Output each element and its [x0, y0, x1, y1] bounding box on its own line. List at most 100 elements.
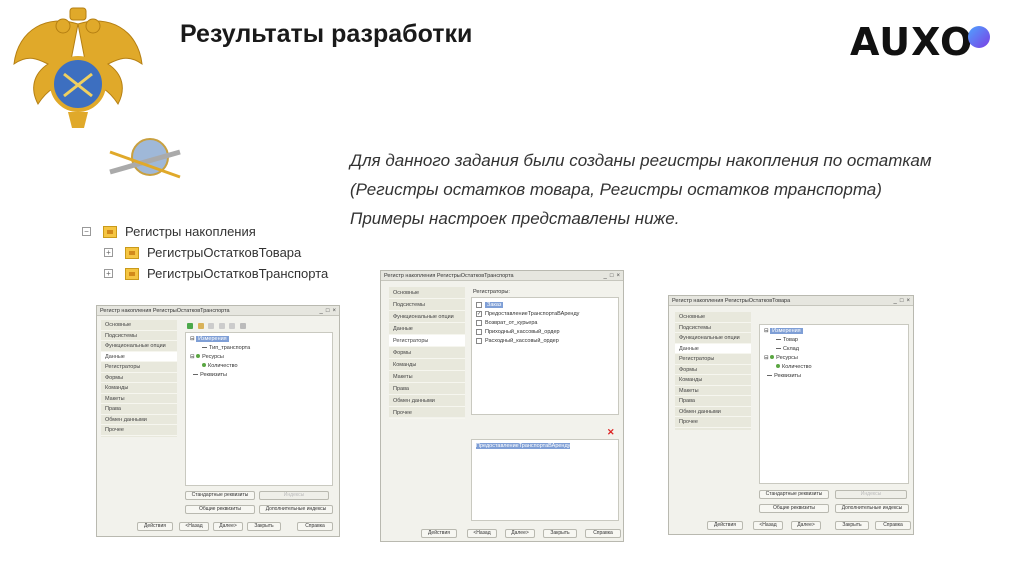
common-attributes-button[interactable]: Общие реквизиты	[759, 504, 829, 513]
nav-item[interactable]: Формы	[101, 373, 177, 383]
tree-node-resources[interactable]: ⊟ Ресурсы	[190, 353, 328, 362]
nav-item[interactable]: Данные	[389, 323, 465, 335]
standard-attributes-button[interactable]: Стандартные реквизиты	[759, 490, 829, 499]
actions-button[interactable]: Действия	[421, 529, 457, 538]
back-button[interactable]: <Назад	[179, 522, 209, 531]
nav-item[interactable]: Обмен данными	[101, 415, 177, 425]
nav-item[interactable]: Регистраторы	[675, 354, 751, 365]
clear-icon[interactable]: ✕	[607, 427, 615, 438]
nav-item-active[interactable]: Данные	[675, 343, 751, 354]
indexes-button[interactable]: Индексы	[259, 491, 329, 500]
close-icon[interactable]: ×	[332, 308, 336, 314]
tree-node[interactable]: Тип_транспорта	[190, 344, 328, 353]
close-button[interactable]: Закрыть	[543, 529, 577, 538]
checkbox[interactable]	[476, 337, 482, 344]
help-button[interactable]: Справка	[875, 521, 911, 530]
checkbox[interactable]	[476, 301, 482, 308]
expand-icon[interactable]: +	[104, 248, 113, 257]
tree-node-attributes[interactable]: Реквизиты	[190, 371, 328, 380]
tree-node[interactable]: Количество	[190, 362, 328, 371]
back-button[interactable]: <Назад	[467, 529, 497, 538]
nav-item[interactable]: Обмен данными	[675, 407, 751, 417]
tree-root[interactable]: − Регистры накопления	[82, 221, 328, 242]
nav-item[interactable]: Права	[101, 404, 177, 415]
minimize-icon[interactable]: _	[604, 273, 607, 279]
maximize-icon[interactable]: □	[900, 298, 904, 304]
nav-item[interactable]: Основные	[389, 287, 465, 299]
collapse-icon[interactable]: −	[82, 227, 91, 236]
standard-attributes-button[interactable]: Стандартные реквизиты	[185, 491, 255, 500]
tree-node[interactable]: Склад	[764, 345, 904, 354]
next-button[interactable]: Далее>	[791, 521, 821, 530]
nav-item[interactable]: Права	[675, 396, 751, 407]
nav-item[interactable]: Функциональные опции	[101, 341, 177, 352]
close-icon[interactable]: ×	[906, 298, 910, 304]
common-attributes-button[interactable]: Общие реквизиты	[185, 505, 255, 514]
maximize-icon[interactable]: □	[610, 273, 614, 279]
tree-node-dimensions[interactable]: ⊟ Измерения	[190, 335, 328, 344]
help-button[interactable]: Справка	[297, 522, 333, 531]
next-button[interactable]: Далее>	[213, 522, 243, 531]
nav-item[interactable]: Обмен данными	[389, 395, 465, 407]
maximize-icon[interactable]: □	[326, 308, 330, 314]
nav-item[interactable]: Команды	[675, 375, 751, 386]
indexes-button[interactable]: Индексы	[835, 490, 907, 499]
checkbox-checked[interactable]: ✓	[476, 310, 482, 317]
nav-item[interactable]: Прочее	[675, 417, 751, 428]
extra-indexes-button[interactable]: Дополнительные индексы	[835, 504, 909, 513]
registrar-item[interactable]: Расходный_кассовый_ордер	[476, 337, 614, 346]
nav-item[interactable]: Функциональные опции	[389, 311, 465, 323]
actions-button[interactable]: Действия	[137, 522, 173, 531]
tree-node[interactable]: Товар	[764, 336, 904, 345]
nav-item[interactable]: Макеты	[389, 371, 465, 383]
move-down-icon[interactable]	[229, 323, 236, 329]
tree-node-resources[interactable]: ⊟ Ресурсы	[764, 354, 904, 363]
registrar-item[interactable]: Заказ	[476, 301, 614, 310]
checkbox[interactable]	[476, 328, 482, 335]
add-icon[interactable]	[187, 323, 193, 329]
tree-item-goods[interactable]: + РегистрыОстатковТовара	[104, 242, 328, 263]
tree-item-transport[interactable]: + РегистрыОстатковТранспорта	[104, 263, 328, 284]
close-button[interactable]: Закрыть	[247, 522, 281, 531]
nav-item[interactable]: Команды	[101, 383, 177, 394]
registrar-item[interactable]: Приходный_кассовый_ордер	[476, 328, 614, 337]
minimize-icon[interactable]: _	[320, 308, 323, 314]
delete-icon[interactable]	[208, 323, 215, 329]
registrar-item[interactable]: Возврат_от_курьера	[476, 319, 614, 328]
nav-item[interactable]: Основные	[675, 312, 751, 323]
tree-node-dimensions[interactable]: ⊟ Измерения	[764, 327, 904, 336]
registrar-item[interactable]: ✓ ПредоставлениеТранспортаВАренду	[476, 310, 614, 319]
nav-item[interactable]: Права	[389, 383, 465, 395]
next-button[interactable]: Далее>	[505, 529, 535, 538]
tree-node[interactable]: Количество	[764, 363, 904, 372]
close-icon[interactable]: ×	[616, 273, 620, 279]
nav-item[interactable]: Макеты	[101, 394, 177, 404]
nav-item[interactable]: Формы	[675, 365, 751, 375]
nav-item-active[interactable]: Данные	[101, 351, 177, 362]
nav-item[interactable]: Команды	[389, 359, 465, 371]
expand-icon[interactable]: +	[104, 269, 113, 278]
selected-registrars-field[interactable]: ПредоставлениеТранспортаВАренду	[471, 439, 619, 521]
nav-item[interactable]: Подсистемы	[101, 331, 177, 341]
nav-item[interactable]: Функциональные опции	[675, 333, 751, 344]
back-button[interactable]: <Назад	[753, 521, 783, 530]
nav-item[interactable]: Основные	[101, 320, 177, 331]
nav-item[interactable]: Подсистемы	[389, 299, 465, 311]
actions-button[interactable]: Действия	[707, 521, 743, 530]
tree-node-attributes[interactable]: Реквизиты	[764, 372, 904, 381]
move-up-icon[interactable]	[218, 323, 225, 329]
edit-icon[interactable]	[197, 323, 204, 329]
nav-item-active[interactable]: Регистраторы	[389, 335, 465, 347]
minimize-icon[interactable]: _	[894, 298, 897, 304]
help-button[interactable]: Справка	[585, 529, 621, 538]
nav-item[interactable]: Прочее	[101, 425, 177, 436]
nav-item[interactable]: Формы	[389, 347, 465, 359]
nav-item[interactable]: Прочее	[389, 407, 465, 419]
close-button[interactable]: Закрыть	[835, 521, 869, 530]
nav-item[interactable]: Подсистемы	[675, 323, 751, 333]
sort-icon[interactable]	[239, 323, 246, 329]
extra-indexes-button[interactable]: Дополнительные индексы	[259, 505, 333, 514]
nav-item[interactable]: Регистраторы	[101, 362, 177, 373]
nav-item[interactable]: Макеты	[675, 386, 751, 396]
checkbox[interactable]	[476, 319, 482, 326]
